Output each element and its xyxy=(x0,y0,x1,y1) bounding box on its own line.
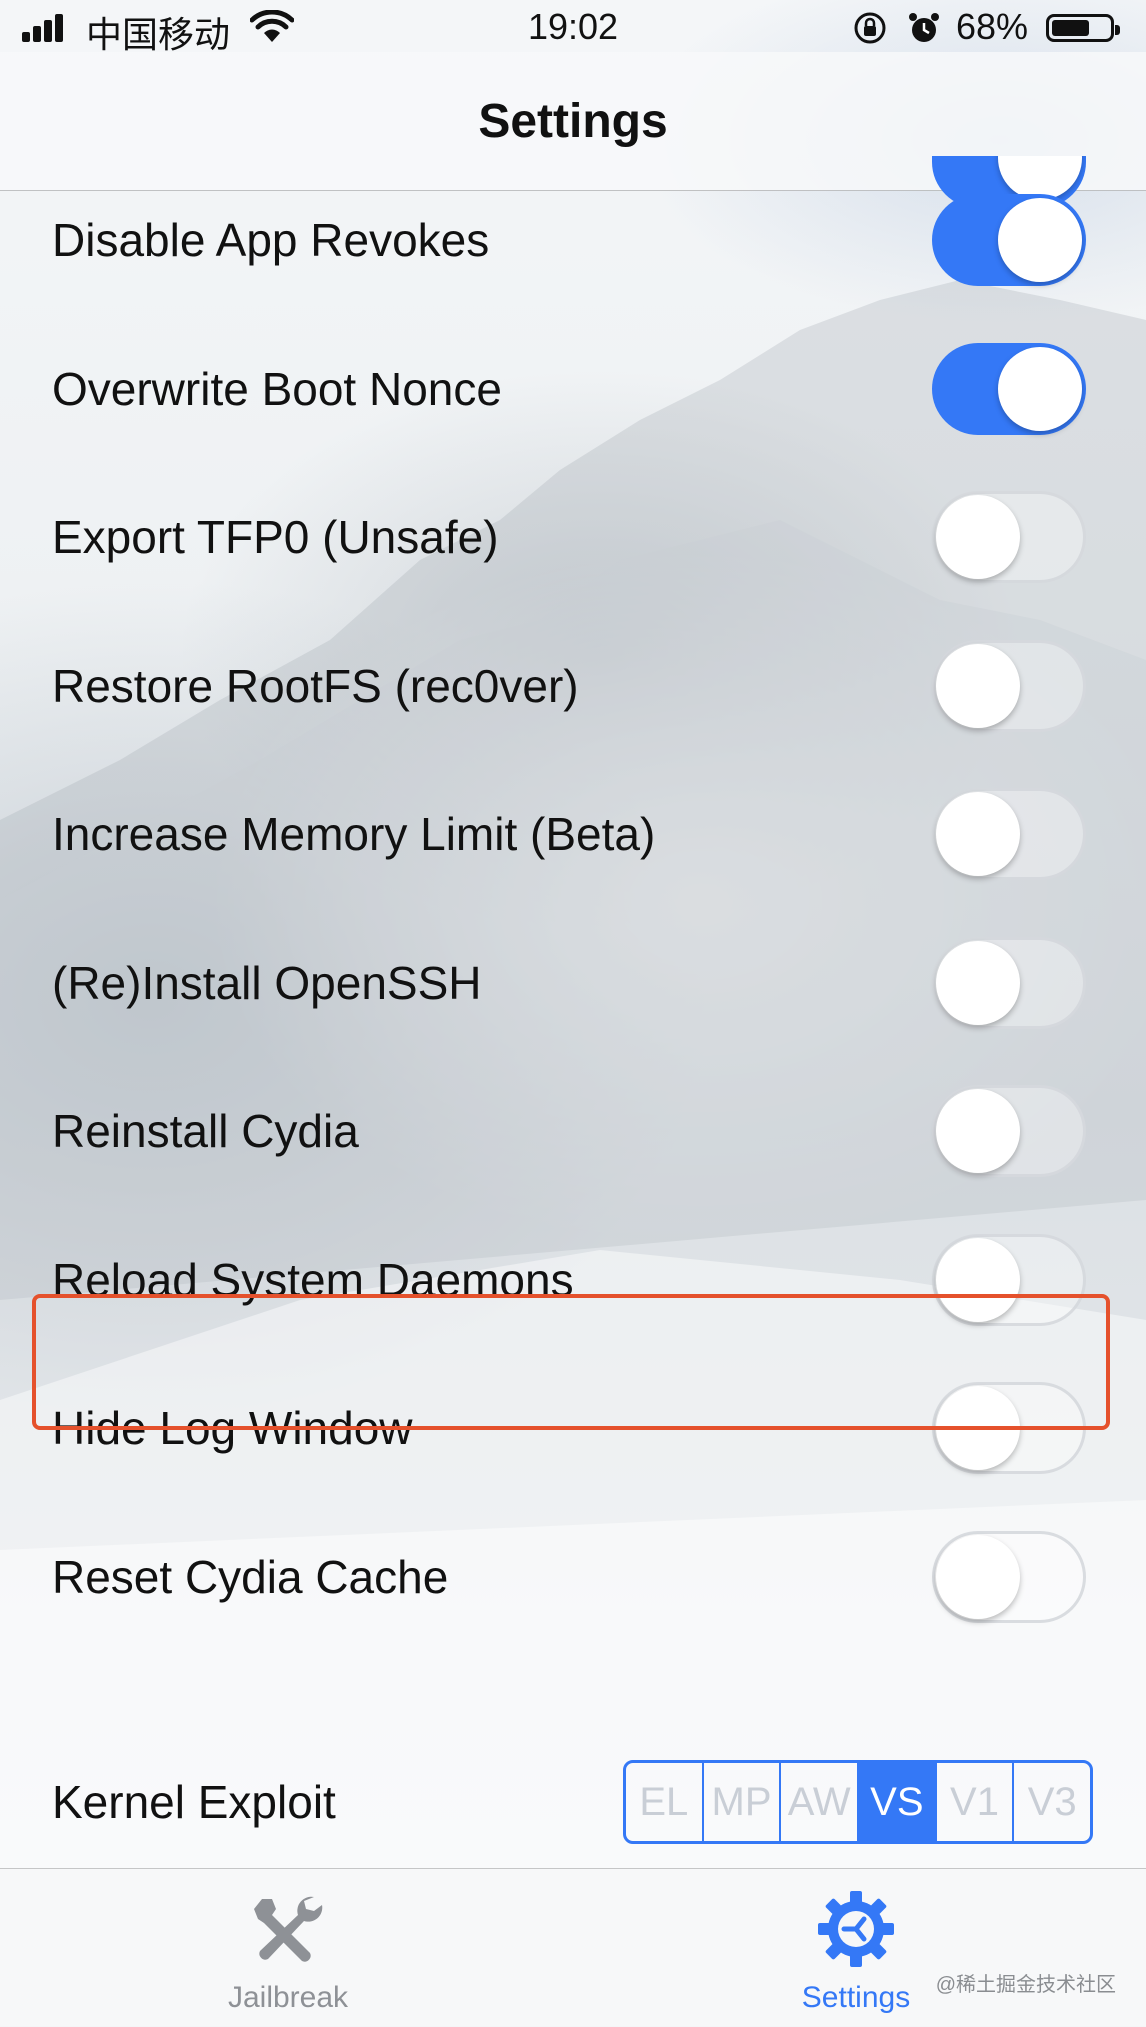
settings-row: Overwrite Boot Nonce xyxy=(0,315,1146,463)
watermark: @稀土掘金技术社区 xyxy=(935,1974,1116,1996)
toggle-knob xyxy=(936,643,1020,728)
settings-row: Restore RootFS (rec0ver) xyxy=(0,612,1146,760)
setting-label: Export TFP0 (Unsafe) xyxy=(52,511,499,563)
orientation-lock-icon xyxy=(854,12,886,44)
settings-row: Increase Memory Limit (Beta) xyxy=(0,760,1146,908)
kernel-exploit-label: Kernel Exploit xyxy=(52,1776,336,1828)
setting-label: Disable App Revokes xyxy=(52,214,490,266)
setting-toggle[interactable] xyxy=(932,194,1086,286)
toggle-knob xyxy=(936,940,1020,1025)
setting-label: Restore RootFS (rec0ver) xyxy=(52,659,579,712)
page-title: Settings xyxy=(478,95,668,148)
kernel-exploit-segmented-control[interactable]: EL MP AW VS V1 V3 xyxy=(623,1760,1093,1844)
battery-percentage: 68% xyxy=(956,6,1029,47)
segment-option[interactable]: V3 xyxy=(1014,1763,1090,1841)
settings-row: Reinstall Cydia xyxy=(0,1057,1146,1205)
status-bar: 中国移动 19:02 68% xyxy=(0,0,1146,55)
toggle-knob xyxy=(936,1534,1020,1619)
setting-toggle[interactable] xyxy=(932,788,1086,880)
settings-row: Export TFP0 (Unsafe) xyxy=(0,463,1146,611)
tab-bar: Jailbreak Settings xyxy=(0,1868,1146,2027)
tab-jailbreak-label: Jailbreak xyxy=(227,1981,349,2014)
segment-option[interactable]: V1 xyxy=(937,1763,1015,1841)
toggle-knob xyxy=(936,792,1020,876)
setting-label: Overwrite Boot Nonce xyxy=(52,362,502,415)
alarm-icon xyxy=(909,13,939,42)
gear-icon xyxy=(818,1891,894,1967)
toggle-knob xyxy=(998,346,1082,431)
toggle-knob xyxy=(936,495,1020,579)
settings-row: Reset Cydia Cache xyxy=(0,1503,1146,1651)
setting-label: Increase Memory Limit (Beta) xyxy=(52,808,656,860)
setting-label: (Re)Install OpenSSH xyxy=(52,956,482,1009)
settings-row: Disable App Revokes xyxy=(0,166,1146,314)
battery-icon xyxy=(1046,14,1120,42)
segment-option[interactable]: AW xyxy=(781,1763,860,1841)
wrench-screwdriver-icon xyxy=(254,1896,323,1962)
setting-toggle[interactable] xyxy=(932,1085,1086,1177)
setting-label: Reinstall Cydia xyxy=(52,1105,359,1157)
setting-toggle[interactable] xyxy=(932,491,1086,583)
setting-toggle[interactable] xyxy=(932,342,1086,435)
toggle-knob xyxy=(936,1089,1020,1173)
segment-option[interactable]: EL xyxy=(626,1763,704,1841)
tab-settings[interactable]: Settings xyxy=(736,1869,976,2027)
tab-jailbreak[interactable]: Jailbreak xyxy=(168,1869,408,2027)
segment-option[interactable]: VS xyxy=(859,1763,937,1841)
settings-row: (Re)Install OpenSSH xyxy=(0,909,1146,1057)
setting-toggle[interactable] xyxy=(932,936,1086,1029)
setting-toggle[interactable] xyxy=(932,639,1086,732)
setting-label: Reset Cydia Cache xyxy=(52,1550,449,1603)
highlight-box xyxy=(32,1294,1110,1430)
setting-toggle[interactable] xyxy=(932,1530,1086,1623)
segment-option[interactable]: MP xyxy=(704,1763,782,1841)
toggle-knob xyxy=(998,198,1082,282)
